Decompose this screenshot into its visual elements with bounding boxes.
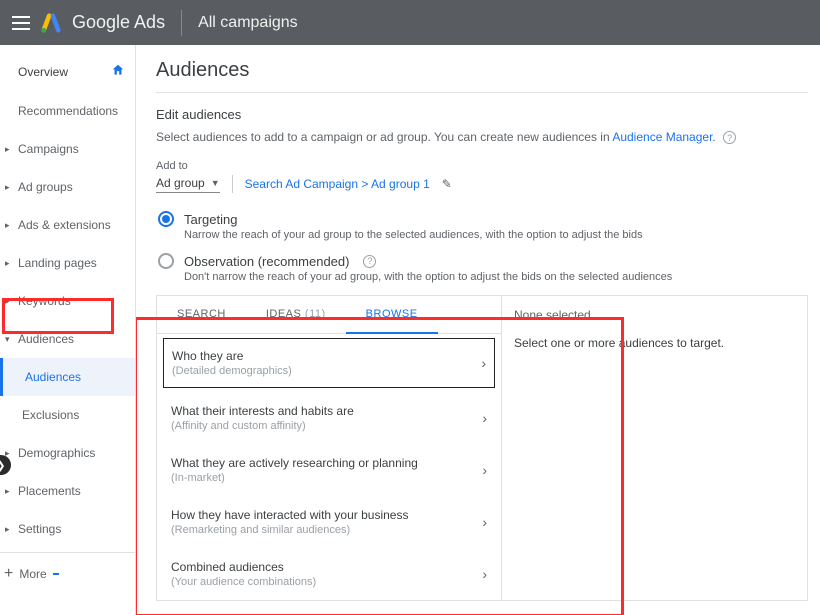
tab-search[interactable]: SEARCH	[157, 296, 246, 333]
sidebar-item-ad-groups[interactable]: ▸ Ad groups	[0, 168, 135, 206]
home-icon	[111, 63, 125, 80]
caret-right-icon: ▸	[5, 258, 10, 269]
list-item-who-they-are[interactable]: Who they are (Detailed demographics) ›	[163, 338, 495, 388]
observation-radio[interactable]: Observation (recommended) ?	[158, 253, 808, 269]
sidebar-item-landing-pages[interactable]: ▸ Landing pages	[0, 244, 135, 282]
list-item-interests[interactable]: What their interests and habits are (Aff…	[157, 392, 501, 444]
plus-icon[interactable]: +	[4, 565, 13, 583]
browse-list: Who they are (Detailed demographics) › W…	[157, 338, 501, 600]
main-content: Audiences Edit audiences Select audience…	[136, 45, 820, 615]
caret-right-icon: ▸	[5, 296, 10, 307]
tab-browse[interactable]: BROWSE	[346, 296, 438, 334]
chevron-right-icon: ›	[481, 355, 486, 371]
sidebar-sub-exclusions[interactable]: Exclusions	[0, 396, 135, 434]
chevron-right-icon: ›	[482, 410, 487, 426]
description: Select audiences to add to a campaign or…	[156, 130, 808, 144]
targeting-desc: Narrow the reach of your ad group to the…	[184, 229, 808, 241]
targeting-radio[interactable]: Targeting	[158, 211, 808, 227]
audience-manager-link[interactable]: Audience Manager	[612, 130, 712, 144]
observation-desc: Don't narrow the reach of your ad group,…	[184, 271, 808, 283]
page-title: Audiences	[156, 59, 808, 82]
app-header: Google Ads All campaigns	[0, 0, 820, 45]
menu-icon[interactable]	[12, 16, 30, 30]
caret-down-icon: ▾	[5, 334, 10, 345]
divider	[232, 175, 233, 193]
addto-dropdown[interactable]: Ad group ▼	[156, 174, 220, 193]
list-item-combined[interactable]: Combined audiences (Your audience combin…	[157, 548, 501, 600]
audience-panel: SEARCH IDEAS (11) BROWSE Who they are (D…	[156, 295, 808, 601]
edit-audiences-title: Edit audiences	[156, 107, 808, 122]
caret-right-icon: ▸	[5, 220, 10, 231]
tabs: SEARCH IDEAS (11) BROWSE	[157, 296, 501, 334]
more-indicator-icon	[53, 573, 59, 575]
caret-right-icon: ▸	[5, 144, 10, 155]
sidebar: Overview Recommendations ▸ Campaigns ▸ A…	[0, 45, 136, 615]
header-divider	[181, 10, 182, 36]
sidebar-item-ads-extensions[interactable]: ▸ Ads & extensions	[0, 206, 135, 244]
caret-right-icon: ▸	[5, 182, 10, 193]
dropdown-arrow-icon: ▼	[211, 178, 220, 188]
divider	[156, 92, 808, 93]
chevron-right-icon: ›	[482, 514, 487, 530]
sidebar-item-audiences-group[interactable]: ▾ Audiences	[0, 320, 135, 358]
list-item-remarketing[interactable]: How they have interacted with your busin…	[157, 496, 501, 548]
sidebar-item-campaigns[interactable]: ▸ Campaigns	[0, 130, 135, 168]
edit-icon[interactable]: ✎	[442, 177, 452, 191]
campaign-scope-label[interactable]: All campaigns	[198, 14, 298, 32]
help-icon[interactable]: ?	[363, 255, 376, 268]
sidebar-item-recommendations[interactable]: Recommendations	[0, 92, 135, 130]
sidebar-item-placements[interactable]: ▸ Placements	[0, 472, 135, 510]
sidebar-item-keywords[interactable]: ▸ Keywords	[0, 282, 135, 320]
caret-right-icon: ▸	[5, 524, 10, 535]
sidebar-item-settings[interactable]: ▸ Settings	[0, 510, 135, 548]
addto-label: Add to	[156, 160, 808, 172]
panel-left: SEARCH IDEAS (11) BROWSE Who they are (D…	[157, 296, 502, 600]
selection-hint: Select one or more audiences to target.	[514, 336, 795, 350]
brand-label: Google Ads	[72, 12, 165, 33]
sidebar-item-overview[interactable]: Overview	[0, 51, 135, 92]
sidebar-item-demographics[interactable]: ▸ Demographics	[0, 434, 135, 472]
breadcrumb[interactable]: Search Ad Campaign > Ad group 1	[245, 177, 430, 191]
list-item-inmarket[interactable]: What they are actively researching or pl…	[157, 444, 501, 496]
sidebar-sub-audiences[interactable]: Audiences	[0, 358, 135, 396]
sidebar-label: Overview	[18, 65, 68, 79]
sidebar-more[interactable]: More	[19, 567, 46, 581]
chevron-right-icon: ›	[482, 462, 487, 478]
radio-unselected-icon	[158, 253, 174, 269]
google-ads-logo-icon	[40, 12, 62, 34]
radio-selected-icon	[158, 211, 174, 227]
caret-right-icon: ▸	[5, 486, 10, 497]
panel-right: None selected Select one or more audienc…	[502, 296, 807, 600]
none-selected-label: None selected	[514, 308, 795, 322]
chevron-right-icon: ›	[482, 566, 487, 582]
help-icon[interactable]: ?	[723, 131, 736, 144]
tab-ideas[interactable]: IDEAS (11)	[246, 296, 346, 333]
